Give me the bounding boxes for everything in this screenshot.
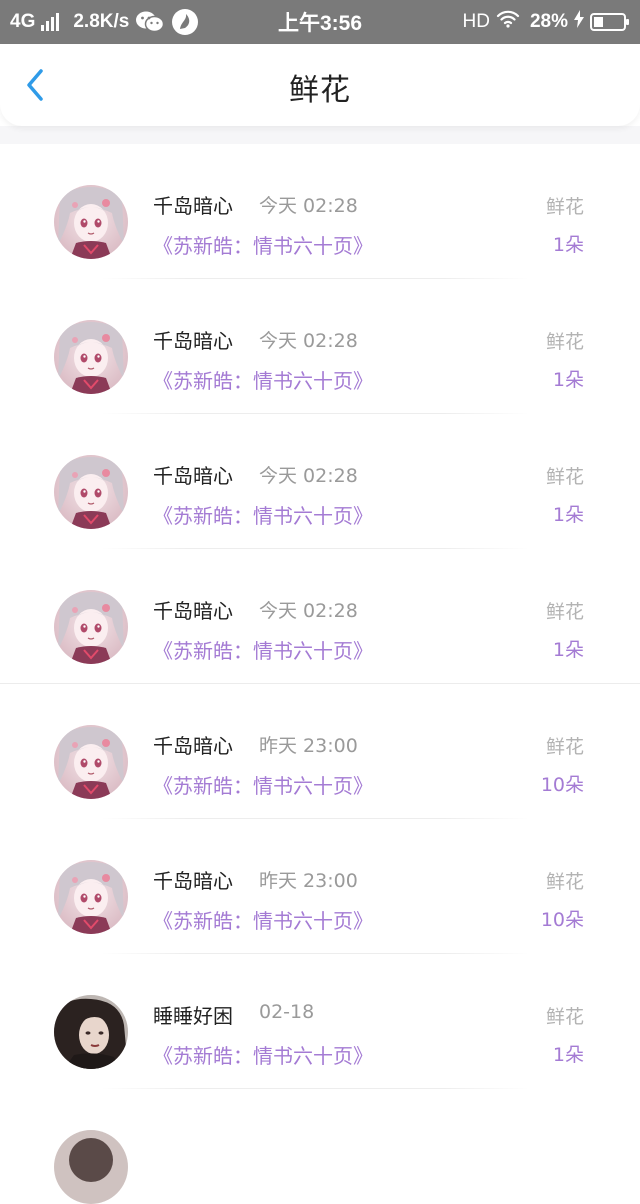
battery-icon <box>590 12 630 32</box>
signal-icon <box>41 13 60 31</box>
user-name[interactable]: 千岛暗心 <box>153 190 233 219</box>
gift-type-label: 鲜花 <box>545 331 584 353</box>
book-title-link[interactable]: 《苏新皓：情书六十页》 <box>153 635 373 664</box>
battery-percent: 28% <box>529 11 568 32</box>
gift-time: 今天 02:28 <box>259 330 358 352</box>
status-bar-right: HD 28% <box>463 0 630 44</box>
list-item[interactable]: 千岛暗心 今天 02:28 《苏新皓：情书六十页》 鲜花 1朵 <box>0 549 640 684</box>
list-item[interactable]: 千岛暗心 今天 02:28 《苏新皓：情书六十页》 鲜花 1朵 <box>0 144 640 279</box>
book-title-link[interactable]: 《苏新皓：情书六十页》 <box>153 365 373 394</box>
gift-type-label: 鲜花 <box>545 466 584 488</box>
user-name[interactable]: 千岛暗心 <box>153 730 233 759</box>
hd-indicator: HD <box>462 11 490 32</box>
list-item[interactable]: 千岛暗心 昨天 23:00 《苏新皓：情书六十页》 鲜花 10朵 <box>0 819 640 954</box>
gift-count: 1朵 <box>552 369 584 391</box>
status-bar: 4G 2.8K/s 上午3:56 HD 28% <box>0 0 640 44</box>
page-title: 鲜花 <box>289 73 351 108</box>
network-type: 4G <box>10 11 36 32</box>
charging-icon <box>574 10 584 34</box>
gift-count: 1朵 <box>552 639 584 661</box>
avatar <box>54 1130 128 1204</box>
avatar[interactable] <box>54 725 128 799</box>
gift-time: 今天 02:28 <box>259 465 358 487</box>
gift-count: 1朵 <box>552 234 584 256</box>
wechat-icon <box>135 10 165 34</box>
gift-count: 10朵 <box>540 774 584 796</box>
avatar[interactable] <box>54 320 128 394</box>
list-item[interactable]: 千岛暗心 昨天 23:00 《苏新皓：情书六十页》 鲜花 10朵 <box>0 684 640 819</box>
gift-time: 昨天 23:00 <box>259 735 358 757</box>
user-name[interactable]: 千岛暗心 <box>153 460 233 489</box>
gift-time: 02-18 <box>259 1001 315 1023</box>
user-name[interactable]: 睡睡好困 <box>153 1000 233 1029</box>
avatar[interactable] <box>54 860 128 934</box>
app-notification-icon <box>171 8 199 36</box>
avatar[interactable] <box>54 185 128 259</box>
book-title-link[interactable]: 《苏新皓：情书六十页》 <box>153 1040 373 1069</box>
gift-type-label: 鲜花 <box>545 196 584 218</box>
gift-type-label: 鲜花 <box>545 736 584 758</box>
user-name[interactable]: 千岛暗心 <box>153 865 233 894</box>
gift-count: 1朵 <box>552 504 584 526</box>
wifi-icon <box>496 9 520 35</box>
network-speed: 2.8K/s <box>73 11 130 32</box>
header-gap <box>0 126 640 144</box>
book-title-link[interactable]: 《苏新皓：情书六十页》 <box>153 500 373 529</box>
gift-time: 今天 02:28 <box>259 195 358 217</box>
gift-time: 今天 02:28 <box>259 600 358 622</box>
user-name[interactable]: 千岛暗心 <box>153 595 233 624</box>
gift-type-label: 鲜花 <box>545 601 584 623</box>
avatar[interactable] <box>54 590 128 664</box>
row-divider <box>100 1088 530 1089</box>
gift-count: 10朵 <box>540 909 584 931</box>
gift-count: 1朵 <box>552 1044 584 1066</box>
avatar[interactable] <box>54 455 128 529</box>
list-item[interactable]: 千岛暗心 今天 02:28 《苏新皓：情书六十页》 鲜花 1朵 <box>0 279 640 414</box>
book-title-link[interactable]: 《苏新皓：情书六十页》 <box>153 230 373 259</box>
status-bar-left: 4G 2.8K/s <box>10 0 199 44</box>
gift-type-label: 鲜花 <box>545 871 584 893</box>
flower-record-list: 千岛暗心 今天 02:28 《苏新皓：情书六十页》 鲜花 1朵 千岛暗心 今天 02:28… <box>0 144 640 1089</box>
list-item[interactable]: 千岛暗心 今天 02:28 《苏新皓：情书六十页》 鲜花 1朵 <box>0 414 640 549</box>
gift-time: 昨天 23:00 <box>259 870 358 892</box>
book-title-link[interactable]: 《苏新皓：情书六十页》 <box>153 770 373 799</box>
avatar[interactable] <box>54 995 128 1069</box>
book-title-link[interactable]: 《苏新皓：情书六十页》 <box>153 905 373 934</box>
gift-type-label: 鲜花 <box>545 1006 584 1028</box>
user-name[interactable]: 千岛暗心 <box>153 325 233 354</box>
list-item[interactable]: 睡睡好困 02-18 《苏新皓：情书六十页》 鲜花 1朵 <box>0 954 640 1089</box>
